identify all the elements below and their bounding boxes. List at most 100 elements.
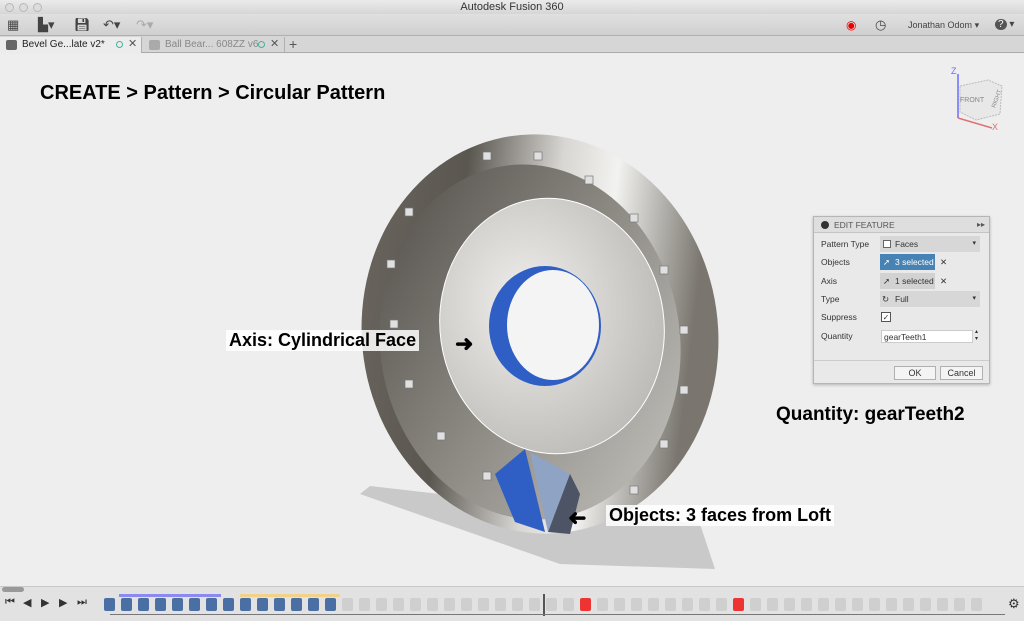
close-window-button[interactable] — [5, 3, 14, 12]
timeline-revolve-icon[interactable] — [546, 598, 557, 611]
step-forward-button[interactable]: ▶ — [59, 596, 67, 609]
objects-selection[interactable]: ➚ 3 selected — [880, 254, 935, 270]
type-dropdown[interactable]: ↻ Full ▾ — [880, 291, 980, 307]
timeline-extrude-icon[interactable] — [954, 598, 965, 611]
timeline-settings-gear-icon[interactable]: ⚙ — [1008, 596, 1020, 612]
panel-header[interactable]: EDIT FEATURE ▸▸ — [814, 217, 989, 233]
cancel-button[interactable]: Cancel — [940, 366, 983, 380]
timeline-body-icon[interactable] — [784, 598, 795, 611]
save-icon[interactable]: 💾︎ — [74, 17, 91, 33]
timeline-sketch-icon[interactable] — [172, 598, 183, 611]
timeline-pattern-icon[interactable] — [206, 598, 217, 611]
timeline-move-icon[interactable] — [869, 598, 880, 611]
timeline-sketch-icon[interactable] — [631, 598, 642, 611]
timeline-plane-icon[interactable] — [852, 598, 863, 611]
quantity-input[interactable]: gearTeeth1 — [881, 330, 973, 343]
redo-icon[interactable]: ↷▾ — [136, 17, 153, 33]
timeline-fillet-icon[interactable] — [274, 598, 285, 611]
timeline-marker[interactable] — [543, 594, 545, 616]
data-panel-grid-icon[interactable]: ▦ — [7, 17, 19, 33]
view-cube[interactable]: Z X FRONT RIGHT — [948, 66, 1008, 132]
close-tab-button[interactable]: ✕ — [128, 37, 137, 52]
tab-ball-bearing[interactable]: Ball Bear... 608ZZ v6 ✕ — [143, 37, 285, 53]
timeline-fillet-icon[interactable] — [665, 598, 676, 611]
expand-icon[interactable]: ▸▸ — [977, 217, 985, 233]
group-bar — [119, 594, 221, 597]
timeline-link-icon[interactable] — [903, 598, 914, 611]
collapse-icon[interactable] — [821, 221, 829, 229]
front-face-label[interactable]: FRONT — [960, 97, 984, 104]
timeline-body-icon[interactable] — [223, 598, 234, 611]
suppress-checkbox[interactable]: ✓ — [881, 312, 891, 322]
close-tab-button[interactable]: ✕ — [270, 37, 279, 52]
new-tab-button[interactable]: + — [289, 36, 297, 52]
help-icon: ? — [995, 19, 1007, 30]
quantity-stepper[interactable]: ▴ ▾ — [975, 329, 978, 343]
timeline-pattern-error-icon[interactable] — [733, 598, 744, 611]
timeline-joint-icon[interactable] — [393, 598, 404, 611]
file-menu-icon[interactable]: ▙▾ — [38, 17, 55, 33]
play-button[interactable]: ▶ — [41, 596, 49, 609]
timeline-move-icon[interactable] — [597, 598, 608, 611]
timeline-sketch-icon[interactable] — [240, 598, 251, 611]
ok-button[interactable]: OK — [894, 366, 936, 380]
timeline-sketch-icon[interactable] — [121, 598, 132, 611]
timeline-sketch-icon[interactable] — [767, 598, 778, 611]
help-menu[interactable]: ? ▾ — [995, 17, 1014, 33]
clear-objects-button[interactable]: ✕ — [940, 254, 947, 270]
timeline-extrude-icon[interactable] — [257, 598, 268, 611]
undo-icon[interactable]: ↶▾ — [103, 17, 120, 33]
timeline-sketch-icon[interactable] — [478, 598, 489, 611]
timeline-fillet-icon[interactable] — [716, 598, 727, 611]
timeline-extrude-icon[interactable] — [138, 598, 149, 611]
timeline-sketch-icon[interactable] — [920, 598, 931, 611]
timeline-revolve-icon[interactable] — [189, 598, 200, 611]
timeline-sketch-icon[interactable] — [529, 598, 540, 611]
timeline-revolve-icon[interactable] — [308, 598, 319, 611]
timeline-joint-icon[interactable] — [461, 598, 472, 611]
job-status-clock-icon[interactable]: ◷ — [875, 17, 886, 33]
go-to-start-button[interactable]: ⏮ — [5, 596, 15, 609]
timeline-body-icon[interactable] — [971, 598, 982, 611]
tab-label: Ball Bear... 608ZZ v6 — [165, 39, 259, 50]
timeline-extrude-icon[interactable] — [801, 598, 812, 611]
timeline-sketch-icon[interactable] — [682, 598, 693, 611]
timeline-body-icon[interactable] — [342, 598, 353, 611]
timeline-move-icon[interactable] — [444, 598, 455, 611]
timeline-pattern-error-icon[interactable] — [580, 598, 591, 611]
step-back-button[interactable]: ◀ — [23, 596, 31, 609]
timeline-sketch-icon[interactable] — [291, 598, 302, 611]
timeline-body-icon[interactable] — [937, 598, 948, 611]
timeline-sketch-icon[interactable] — [750, 598, 761, 611]
user-menu[interactable]: Jonathan Odom ▾ — [908, 17, 979, 33]
timeline-fillet-icon[interactable] — [155, 598, 166, 611]
bore-hole — [507, 270, 599, 380]
timeline-body-icon[interactable] — [614, 598, 625, 611]
go-to-end-button[interactable]: ⏭ — [77, 596, 87, 609]
tab-bevel-gear[interactable]: Bevel Ge...late v2* ✕ — [0, 37, 142, 53]
axis-selection[interactable]: ➚ 1 selected — [880, 273, 935, 289]
timeline-pattern-icon[interactable] — [325, 598, 336, 611]
clear-axis-button[interactable]: ✕ — [940, 273, 947, 289]
component-icon — [6, 40, 17, 50]
timeline-extrude-icon[interactable] — [648, 598, 659, 611]
heading-callout: CREATE > Pattern > Circular Pattern — [40, 82, 386, 104]
timeline-extrude-icon[interactable] — [495, 598, 506, 611]
timeline-joint-icon[interactable] — [818, 598, 829, 611]
timeline-revolve-icon[interactable] — [699, 598, 710, 611]
timeline-link-icon[interactable] — [376, 598, 387, 611]
pattern-type-dropdown[interactable]: Faces ▾ — [880, 236, 980, 252]
timeline-fillet-icon[interactable] — [563, 598, 574, 611]
timeline-plane-icon[interactable] — [410, 598, 421, 611]
timeline-scrollbar[interactable] — [2, 587, 24, 592]
timeline-sketch-icon[interactable] — [359, 598, 370, 611]
timeline-joint-icon[interactable] — [886, 598, 897, 611]
timeline-fillet-icon[interactable] — [512, 598, 523, 611]
zoom-window-button[interactable] — [33, 3, 42, 12]
cursor-icon: ➚ — [883, 276, 891, 286]
minimize-window-button[interactable] — [19, 3, 28, 12]
timeline-plane-icon[interactable] — [835, 598, 846, 611]
timeline-body-icon[interactable] — [104, 598, 115, 611]
record-icon[interactable]: ◉ — [846, 17, 856, 33]
timeline-plane-icon[interactable] — [427, 598, 438, 611]
